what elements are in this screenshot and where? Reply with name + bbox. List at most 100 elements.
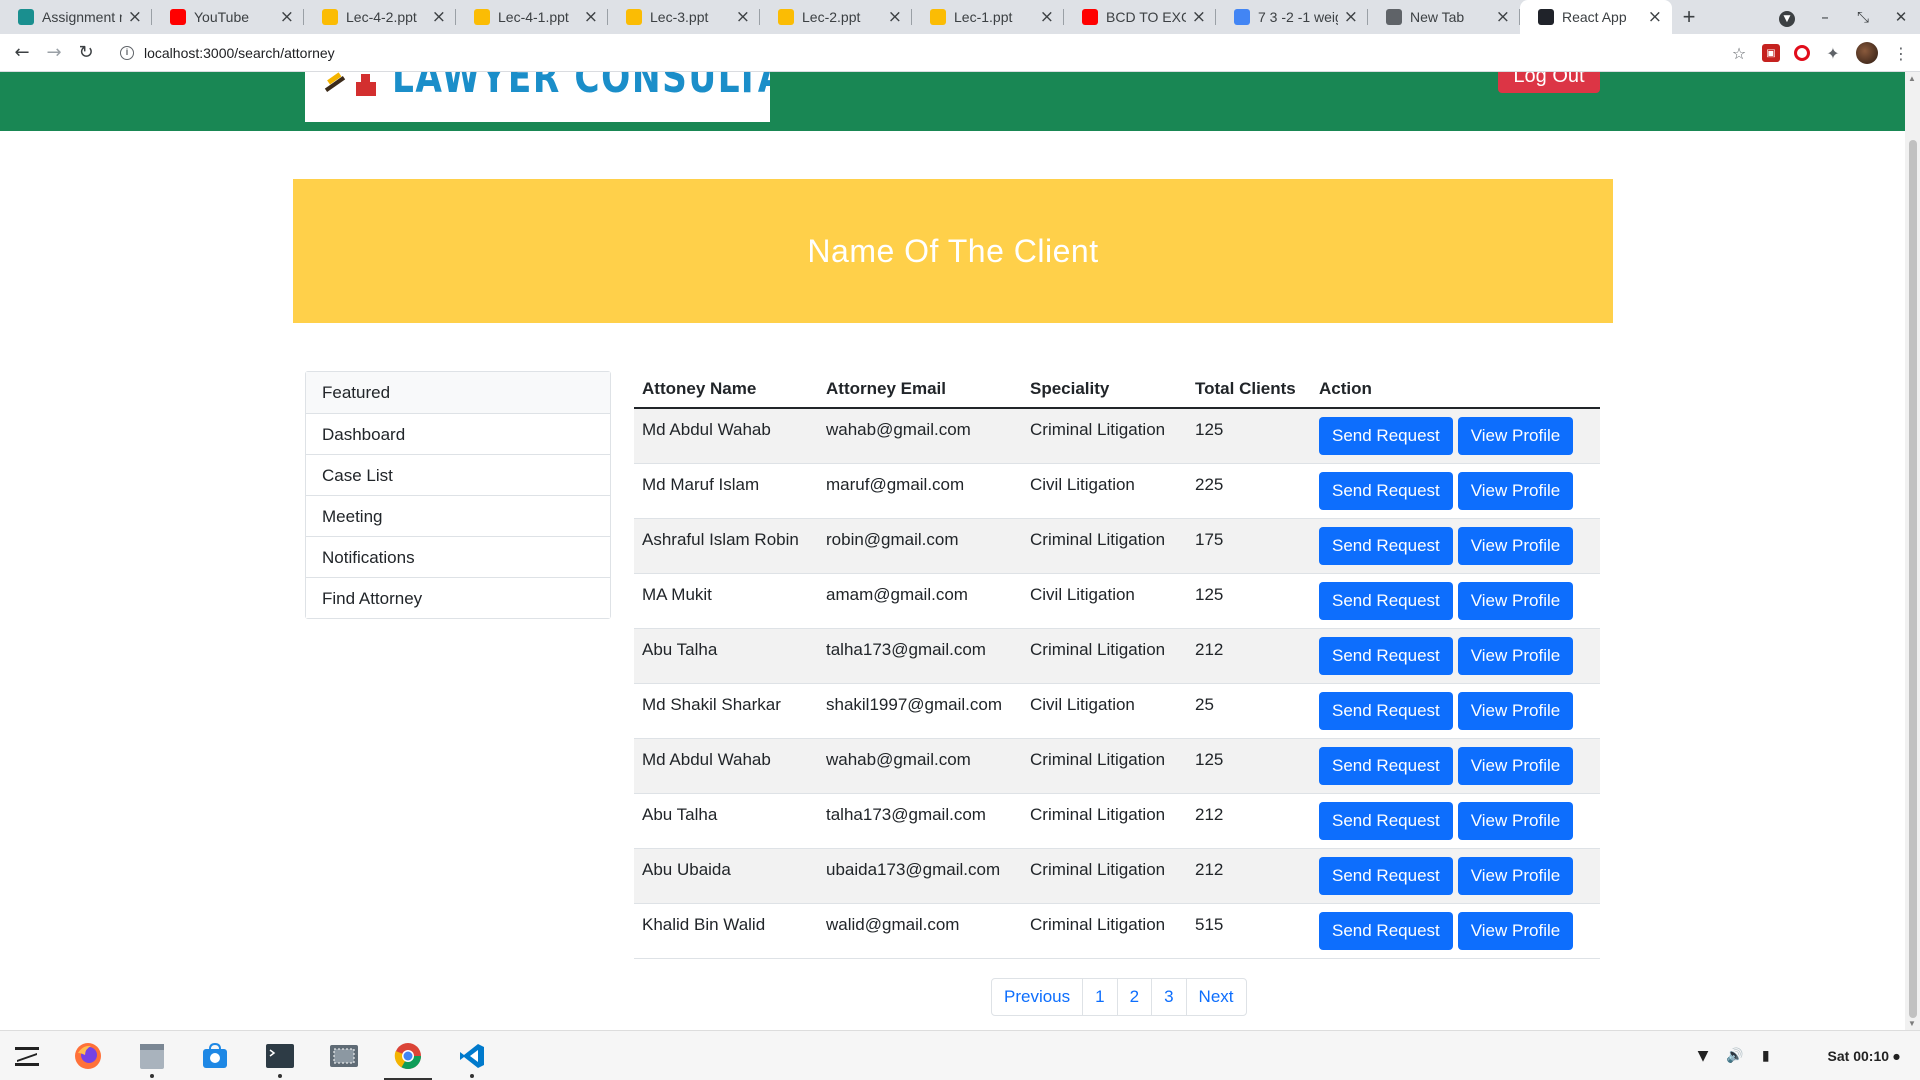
scroll-up-arrow-icon[interactable]: ▲ bbox=[1908, 74, 1916, 83]
view-profile-button[interactable]: View Profile bbox=[1457, 692, 1574, 730]
send-request-button[interactable]: Send Request bbox=[1319, 582, 1453, 620]
attorney-name: Md Shakil Sharkar bbox=[642, 695, 781, 714]
send-request-button[interactable]: Send Request bbox=[1319, 747, 1453, 785]
tab-close-icon[interactable]: × bbox=[1648, 7, 1662, 27]
attorney-email: wahab@gmail.com bbox=[826, 420, 971, 439]
sidebar-item-meeting[interactable]: Meeting bbox=[306, 495, 610, 536]
tab-close-icon[interactable]: × bbox=[1496, 7, 1510, 27]
files-icon[interactable] bbox=[137, 1041, 167, 1071]
attorney-speciality: Criminal Litigation bbox=[1030, 420, 1166, 439]
pagination-next[interactable]: Next bbox=[1185, 979, 1246, 1015]
pagination-page-2[interactable]: 2 bbox=[1116, 979, 1151, 1015]
tab-close-icon[interactable]: × bbox=[1040, 7, 1054, 27]
system-tray: ▼ 🔊 ▮ Sat 00:10 ● bbox=[1698, 1031, 1900, 1080]
clock[interactable]: Sat 00:10 bbox=[1828, 1048, 1889, 1064]
browser-tab[interactable]: React App × bbox=[1520, 0, 1672, 34]
browser-tab[interactable]: 7 3 -2 -1 weig × bbox=[1216, 0, 1368, 34]
chrome-icon[interactable] bbox=[393, 1041, 423, 1071]
tab-close-icon[interactable]: × bbox=[1344, 7, 1358, 27]
tab-title: Lec-2.ppt bbox=[802, 9, 861, 25]
send-request-button[interactable]: Send Request bbox=[1319, 857, 1453, 895]
forward-icon[interactable]: → bbox=[38, 42, 70, 63]
terminal-icon[interactable] bbox=[265, 1041, 295, 1071]
tab-close-icon[interactable]: × bbox=[888, 7, 902, 27]
send-request-button[interactable]: Send Request bbox=[1319, 802, 1453, 840]
attorney-email: walid@gmail.com bbox=[826, 915, 960, 934]
logout-button[interactable]: Log Out bbox=[1498, 72, 1600, 93]
send-request-button[interactable]: Send Request bbox=[1319, 527, 1453, 565]
view-profile-button[interactable]: View Profile bbox=[1457, 417, 1574, 455]
tab-close-icon[interactable]: × bbox=[128, 7, 142, 27]
sidebar-item-featured[interactable]: Featured bbox=[306, 372, 610, 413]
screenshot-icon[interactable] bbox=[329, 1041, 359, 1071]
scrollbar-thumb[interactable] bbox=[1909, 140, 1917, 1018]
attorney-total-clients: 212 bbox=[1195, 860, 1224, 879]
browser-tab[interactable]: Assignment n × bbox=[0, 0, 152, 34]
vscode-icon[interactable] bbox=[457, 1041, 487, 1071]
firefox-icon[interactable] bbox=[73, 1041, 103, 1071]
sidebar-item-case-list[interactable]: Case List bbox=[306, 454, 610, 495]
notification-dot-icon: ● bbox=[1893, 1051, 1900, 1061]
minimize-button[interactable]: – bbox=[1806, 8, 1844, 26]
view-profile-button[interactable]: View Profile bbox=[1457, 582, 1574, 620]
browser-tab[interactable]: BCD TO EXCE × bbox=[1064, 0, 1216, 34]
tab-close-icon[interactable]: × bbox=[736, 7, 750, 27]
new-tab-button[interactable]: + bbox=[1672, 0, 1706, 34]
bookmark-star-icon[interactable]: ☆ bbox=[1730, 44, 1748, 63]
restore-button[interactable]: ⤡ bbox=[1844, 8, 1882, 26]
battery-icon[interactable]: ▮ bbox=[1762, 1048, 1770, 1064]
pagination-page-3[interactable]: 3 bbox=[1151, 979, 1185, 1015]
view-profile-button[interactable]: View Profile bbox=[1457, 802, 1574, 840]
view-profile-button[interactable]: View Profile bbox=[1457, 912, 1574, 950]
browser-tab[interactable]: Lec-3.ppt × bbox=[608, 0, 760, 34]
extension-opera-icon[interactable] bbox=[1794, 45, 1810, 61]
pagination-previous[interactable]: Previous bbox=[992, 979, 1082, 1015]
send-request-button[interactable]: Send Request bbox=[1319, 692, 1453, 730]
url-field[interactable]: i localhost:3000/search/attorney bbox=[120, 45, 335, 61]
attorney-name: Khalid Bin Walid bbox=[642, 915, 766, 934]
tab-close-icon[interactable]: × bbox=[280, 7, 294, 27]
wifi-icon[interactable]: ▼ bbox=[1698, 1048, 1709, 1064]
url-text: localhost:3000/search/attorney bbox=[144, 44, 335, 61]
close-window-button[interactable]: ✕ bbox=[1882, 8, 1920, 26]
tab-search-icon[interactable]: ▼ bbox=[1768, 7, 1806, 27]
attorney-total-clients: 125 bbox=[1195, 420, 1224, 439]
view-profile-button[interactable]: View Profile bbox=[1457, 857, 1574, 895]
reload-icon[interactable]: ↻ bbox=[70, 42, 102, 63]
sidebar-item-find-attorney[interactable]: Find Attorney bbox=[306, 577, 610, 618]
browser-tab[interactable]: Lec-1.ppt × bbox=[912, 0, 1064, 34]
browser-tab[interactable]: New Tab × bbox=[1368, 0, 1520, 34]
site-info-icon[interactable]: i bbox=[120, 45, 134, 60]
browser-tab[interactable]: Lec-4-1.ppt × bbox=[456, 0, 608, 34]
profile-avatar[interactable] bbox=[1856, 42, 1878, 64]
back-icon[interactable]: ← bbox=[6, 42, 38, 63]
zorin-menu-icon[interactable] bbox=[12, 1041, 42, 1071]
tab-close-icon[interactable]: × bbox=[1192, 7, 1206, 27]
browser-tab[interactable]: YouTube × bbox=[152, 0, 304, 34]
send-request-button[interactable]: Send Request bbox=[1319, 637, 1453, 675]
send-request-button[interactable]: Send Request bbox=[1319, 417, 1453, 455]
extension-pdf-icon[interactable]: ▣ bbox=[1762, 44, 1780, 62]
table-row: Khalid Bin Walid walid@gmail.com Criminal … bbox=[634, 904, 1600, 959]
scroll-down-arrow-icon[interactable]: ▼ bbox=[1908, 1019, 1916, 1028]
tab-close-icon[interactable]: × bbox=[584, 7, 598, 27]
extensions-puzzle-icon[interactable]: ✦ bbox=[1824, 44, 1842, 63]
view-profile-button[interactable]: View Profile bbox=[1457, 637, 1574, 675]
table-row: Abu Ubaida ubaida173@gmail.com Criminal Li… bbox=[634, 849, 1600, 904]
software-store-icon[interactable] bbox=[200, 1041, 230, 1071]
sidebar-item-dashboard[interactable]: Dashboard bbox=[306, 413, 610, 454]
browser-menu-icon[interactable]: ⋮ bbox=[1892, 44, 1910, 63]
sidebar-item-notifications[interactable]: Notifications bbox=[306, 536, 610, 577]
send-request-button[interactable]: Send Request bbox=[1319, 472, 1453, 510]
pagination-page-1[interactable]: 1 bbox=[1082, 979, 1116, 1015]
view-profile-button[interactable]: View Profile bbox=[1457, 527, 1574, 565]
tab-close-icon[interactable]: × bbox=[432, 7, 446, 27]
send-request-button[interactable]: Send Request bbox=[1319, 912, 1453, 950]
page-scrollbar[interactable]: ▲ ▼ bbox=[1905, 72, 1920, 1030]
view-profile-button[interactable]: View Profile bbox=[1457, 472, 1574, 510]
view-profile-button[interactable]: View Profile bbox=[1457, 747, 1574, 785]
site-logo[interactable]: LAWYER CONSULTANCY bbox=[305, 72, 770, 122]
browser-tab[interactable]: Lec-4-2.ppt × bbox=[304, 0, 456, 34]
browser-tab[interactable]: Lec-2.ppt × bbox=[760, 0, 912, 34]
volume-icon[interactable]: 🔊 bbox=[1726, 1048, 1743, 1064]
